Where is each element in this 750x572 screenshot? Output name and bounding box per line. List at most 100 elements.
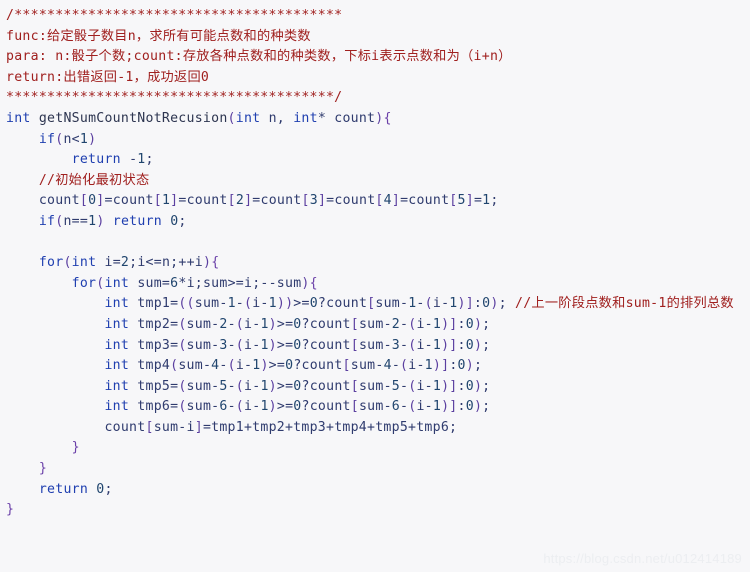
code-token: [ [375, 193, 384, 209]
code-token: int [6, 110, 31, 126]
code-token: ] [465, 193, 474, 209]
code-token: : [473, 296, 483, 312]
code-token: i- [235, 358, 253, 374]
code-token: >= [276, 316, 294, 332]
code-token: ?count [301, 378, 351, 394]
code-token: for [38, 255, 64, 271]
code-token: [ [350, 378, 359, 394]
code-line: int tmp5=(sum-5-(i-1)>=0?count[sum-5-(i-… [6, 377, 750, 398]
code-token: int [104, 337, 130, 353]
code-token: [ [79, 193, 89, 209]
code-token: =count [326, 193, 376, 209]
code-token: return [38, 481, 89, 497]
code-token: ****************************************… [6, 90, 343, 106]
code-token: - [227, 378, 236, 394]
code-token: int [104, 399, 130, 415]
code-token: sum- [358, 337, 392, 353]
code-token: i- [416, 316, 433, 332]
code-token: 1 [260, 337, 269, 353]
code-token: ( [235, 337, 245, 353]
code-line: int tmp3=(sum-3-(i-1)>=0?count[sum-3-(i-… [6, 336, 750, 357]
code-token: tmp3= [129, 337, 179, 353]
code-token: ) [473, 337, 483, 353]
code-token: //上一阶段点数和sum-1的排列总数 [515, 296, 734, 312]
code-token: } [71, 440, 80, 456]
code-token: 2 [219, 316, 228, 332]
code-token: [ [301, 193, 310, 209]
code-token: ) [268, 399, 277, 415]
code-token: 1 [161, 193, 171, 209]
code-token: 6 [219, 399, 228, 415]
code-token: int [71, 255, 97, 271]
code-token: ] [317, 193, 327, 209]
code-token: ; [178, 213, 187, 229]
code-token: ) [465, 358, 474, 374]
code-token: ( [227, 110, 236, 126]
code-token: sum- [178, 358, 212, 374]
code-token: i- [244, 378, 261, 394]
code-token: >= [293, 296, 310, 312]
code-line: int tmp1=((sum-1-(i-1))>=0?count[sum-1-(… [6, 294, 750, 315]
code-token: 3 [309, 193, 318, 209]
code-token: i- [244, 337, 261, 353]
code-token: - [227, 316, 236, 332]
code-token: ( [227, 358, 236, 374]
code-token: [ [145, 419, 154, 435]
code-token: ) [473, 316, 483, 332]
code-token: =count [252, 193, 302, 209]
code-line: return 0; [6, 480, 750, 501]
code-token: 0 [465, 399, 474, 415]
code-token: 0 [465, 337, 474, 353]
code-token: ) [88, 131, 97, 147]
code-line: count[0]=count[1]=count[2]=count[3]=coun… [6, 191, 750, 212]
code-block[interactable]: /***************************************… [6, 6, 750, 521]
code-token: ) [202, 255, 212, 271]
code-token: - [219, 358, 228, 374]
code-token: 1 [432, 399, 442, 415]
code-token: ) [96, 213, 105, 229]
code-token: ) [473, 378, 483, 394]
code-token: 2 [391, 316, 401, 332]
code-token: { [211, 255, 220, 271]
code-token: i- [416, 378, 433, 394]
code-token: >= [268, 358, 286, 374]
code-token: 0 [96, 481, 105, 497]
code-token: sum-i [153, 419, 195, 435]
code-token: for [71, 275, 97, 291]
code-token: 6 [391, 399, 401, 415]
code-token: )] [432, 358, 450, 374]
code-line: count[sum-i]=tmp1+tmp2+tmp3+tmp4+tmp5+tm… [6, 418, 750, 439]
code-token: sum- [358, 399, 392, 415]
code-token: tmp5= [129, 378, 179, 394]
code-token: )] [441, 378, 458, 394]
code-token: )) [276, 296, 294, 312]
code-token: [ [350, 337, 359, 353]
code-token: i- [252, 296, 269, 312]
code-token: 1 [268, 296, 277, 312]
code-token: { [383, 110, 392, 126]
code-token: 0 [293, 316, 302, 332]
code-token: ) [268, 378, 277, 394]
code-token: i- [416, 399, 433, 415]
code-token: ; [498, 296, 515, 312]
code-token: int [104, 358, 130, 374]
code-token: if [38, 131, 56, 147]
code-token: 1 [432, 337, 442, 353]
code-token: 2 [235, 193, 245, 209]
code-token: ] [96, 193, 105, 209]
code-token: 0 [309, 296, 318, 312]
code-token: ) [490, 296, 499, 312]
code-token: tmp2= [129, 316, 179, 332]
code-token: count [6, 419, 146, 435]
code-token: i- [244, 399, 261, 415]
code-line: int tmp4(sum-4-(i-1)>=0?count[sum-4-(i-1… [6, 356, 750, 377]
